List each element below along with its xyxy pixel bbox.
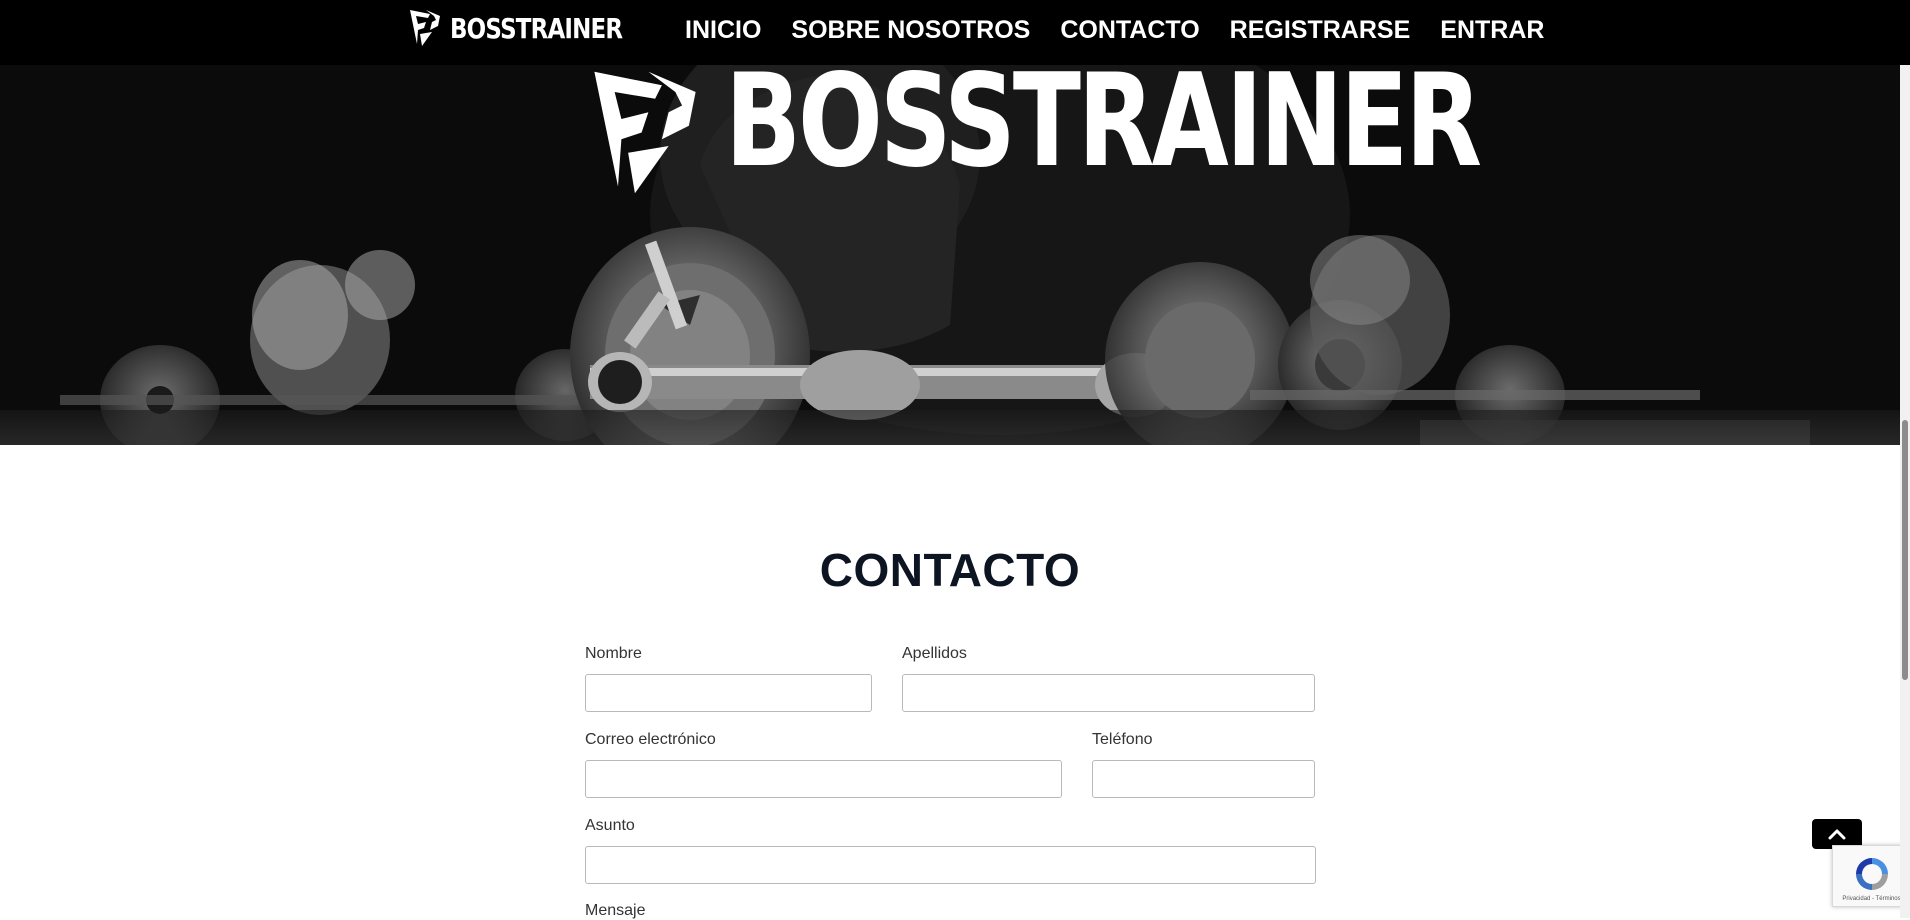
apellidos-field[interactable]	[902, 674, 1315, 712]
mensaje-label: Mensaje	[585, 902, 646, 919]
email-field[interactable]	[585, 760, 1062, 798]
recaptcha-icon	[1855, 858, 1888, 890]
shield-emblem-icon	[594, 71, 696, 194]
navbar-logo[interactable]: BOSSTRAINER	[408, 8, 660, 48]
nombre-field[interactable]	[585, 674, 872, 712]
nav-item-sobre-nosotros[interactable]: SOBRE NOSOTROS	[791, 16, 1030, 45]
correo-label: Correo electrónico	[585, 731, 716, 748]
nav-item-registrarse[interactable]: REGISTRARSE	[1230, 16, 1411, 45]
shield-emblem-icon	[410, 10, 440, 46]
scrollbar-thumb[interactable]	[1902, 420, 1908, 680]
top-navbar: BOSSTRAINER INICIO SOBRE NOSOTROS CONTAC…	[0, 0, 1910, 65]
asunto-label: Asunto	[585, 817, 635, 834]
nav-item-inicio[interactable]: INICIO	[685, 16, 761, 45]
nombre-label: Nombre	[585, 645, 642, 662]
asunto-field[interactable]	[585, 846, 1316, 884]
hero-logo: BOSSTRAINER	[585, 65, 1692, 200]
contact-section: CONTACTO Nombre Apellidos Correo electró…	[0, 445, 1910, 919]
nav-menu: INICIO SOBRE NOSOTROS CONTACTO REGISTRAR…	[685, 16, 1544, 45]
telefono-field[interactable]	[1092, 760, 1315, 798]
chevron-up-icon	[1828, 829, 1846, 840]
nav-item-contacto[interactable]: CONTACTO	[1060, 16, 1199, 45]
navbar-brand-name: BOSSTRAINER	[450, 11, 623, 45]
recaptcha-links[interactable]: Privacidad - Términos	[1842, 896, 1900, 902]
page-title: CONTACTO	[819, 544, 1081, 596]
apellidos-label: Apellidos	[902, 645, 967, 662]
hero-banner: BOSSTRAINER	[0, 65, 1910, 445]
recaptcha-badge[interactable]: Privacidad - Términos	[1832, 845, 1910, 907]
hero-brand-name: BOSSTRAINER	[725, 65, 1482, 196]
nav-item-entrar[interactable]: ENTRAR	[1440, 16, 1544, 45]
telefono-label: Teléfono	[1092, 731, 1153, 748]
